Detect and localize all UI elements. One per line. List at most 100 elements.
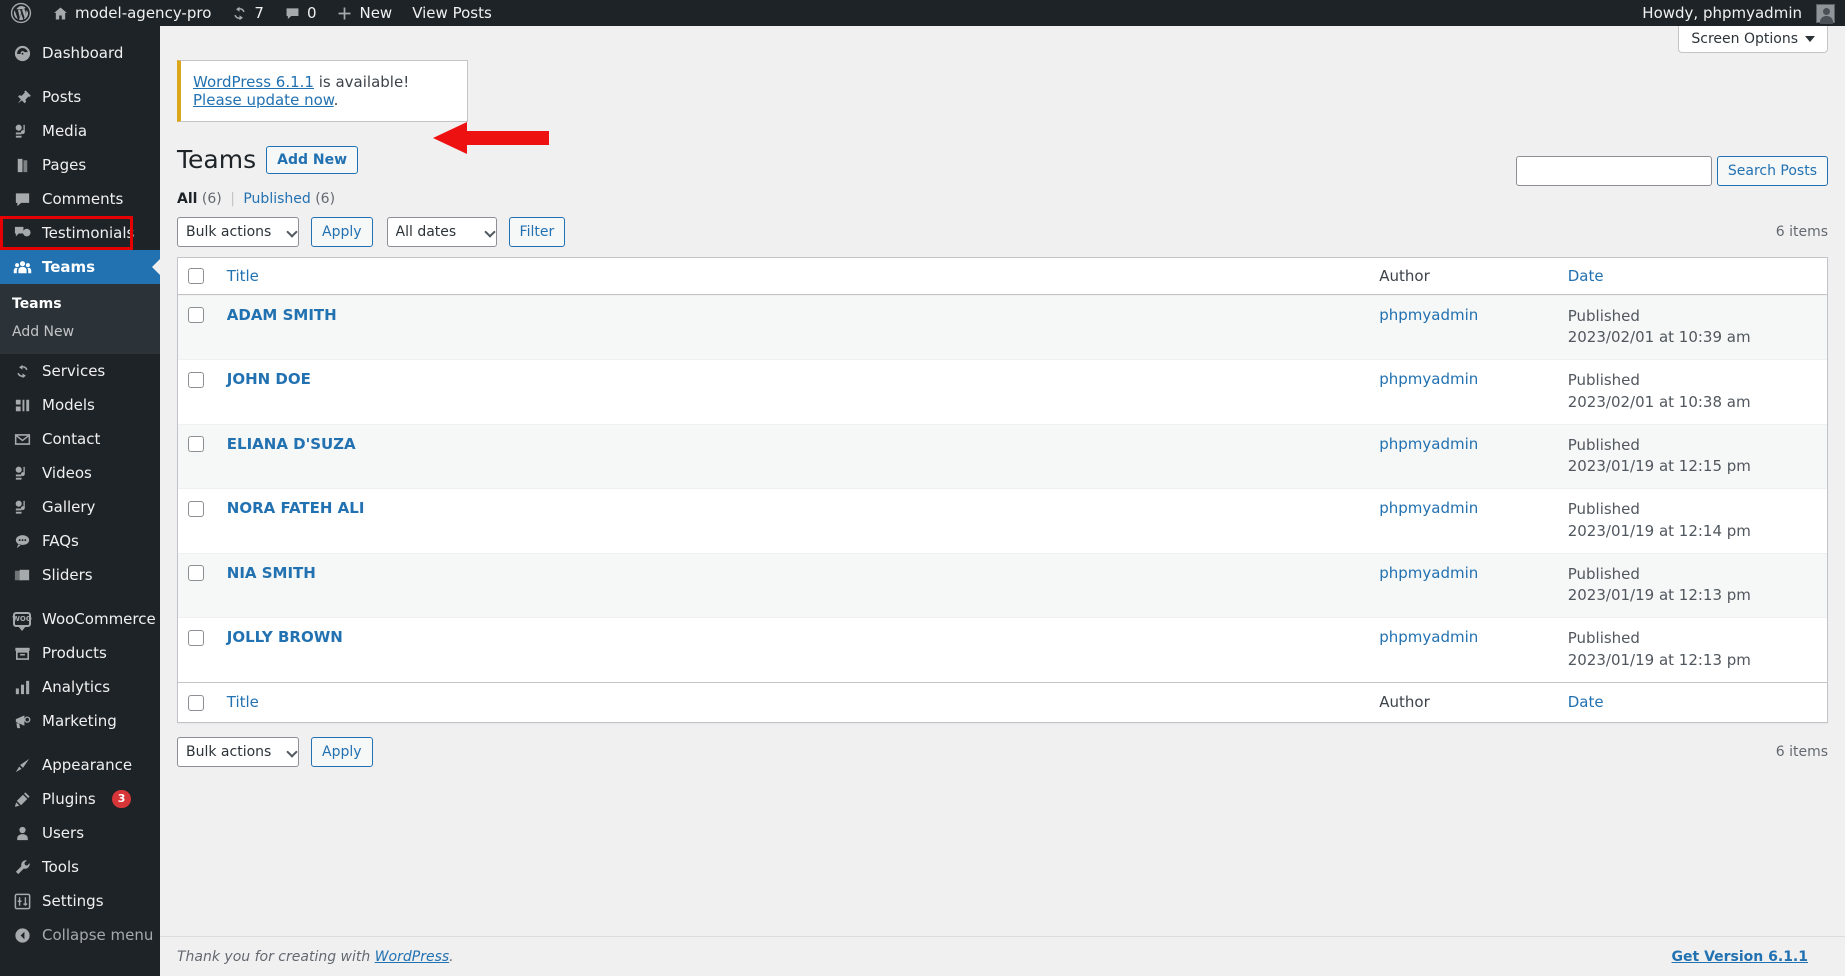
sidebar-item-marketing[interactable]: Marketing xyxy=(0,704,160,738)
column-footer-title[interactable]: Title xyxy=(216,681,1370,723)
models-icon xyxy=(12,395,32,415)
sidebar-item-faqs[interactable]: FAQs xyxy=(0,524,160,558)
sidebar-item-sliders[interactable]: Sliders xyxy=(0,558,160,592)
notice-version-link[interactable]: WordPress 6.1.1 xyxy=(193,73,314,91)
column-header-author-label: Author xyxy=(1379,266,1430,285)
column-header-title[interactable]: Title xyxy=(216,258,1370,295)
row-select-checkbox[interactable] xyxy=(188,500,204,517)
view-published-label[interactable]: Published xyxy=(243,191,310,207)
comments-menu[interactable]: 0 xyxy=(274,0,327,26)
column-footer-date-link[interactable]: Date xyxy=(1568,693,1604,711)
sidebar-item-posts[interactable]: Posts xyxy=(0,80,160,114)
teams-submenu: Teams Add New xyxy=(0,284,160,354)
row-date-cell: Published 2023/02/01 at 10:38 am xyxy=(1557,359,1827,424)
sidebar-item-woocommerce[interactable]: WOO WooCommerce xyxy=(0,602,160,636)
row-select-checkbox[interactable] xyxy=(188,629,204,646)
filter-button[interactable]: Filter xyxy=(508,216,566,247)
sidebar-item-gallery[interactable]: Gallery xyxy=(0,490,160,524)
row-select-checkbox[interactable] xyxy=(188,565,204,581)
sidebar-item-plugins[interactable]: Plugins 3 xyxy=(0,782,160,816)
sidebar-item-media[interactable]: Media xyxy=(0,114,160,148)
select-all-footer[interactable] xyxy=(178,681,217,723)
sidebar-item-tools[interactable]: Tools xyxy=(0,850,160,884)
row-author-link[interactable]: phpmyadmin xyxy=(1379,435,1478,453)
row-author-link[interactable]: phpmyadmin xyxy=(1379,628,1478,646)
row-title-link[interactable]: ELIANA D'SUZA xyxy=(227,435,356,453)
bulk-actions-select-wrap: Bulk actions xyxy=(177,216,305,247)
sidebar-item-analytics[interactable]: Analytics xyxy=(0,670,160,704)
sidebar-item-settings[interactable]: Settings xyxy=(0,884,160,918)
column-header-date[interactable]: Date xyxy=(1557,258,1827,295)
new-label: New xyxy=(359,4,393,22)
sidebar-item-teams[interactable]: Teams xyxy=(0,250,160,284)
sidebar-item-pages[interactable]: Pages xyxy=(0,148,160,182)
row-author-link[interactable]: phpmyadmin xyxy=(1379,306,1478,324)
wp-logo-menu[interactable] xyxy=(0,0,42,26)
notice-update-link[interactable]: Please update now xyxy=(193,91,334,109)
new-content-menu[interactable]: New xyxy=(326,0,402,26)
row-select-checkbox[interactable] xyxy=(188,436,204,452)
apply-button-bottom[interactable]: Apply xyxy=(311,737,373,768)
row-checkbox-cell[interactable] xyxy=(178,294,217,360)
column-footer-date[interactable]: Date xyxy=(1557,681,1827,723)
sidebar-item-testimonials[interactable]: Testimonials xyxy=(0,216,160,250)
screen-options-toggle[interactable]: Screen Options xyxy=(1678,26,1828,53)
add-new-button[interactable]: Add New xyxy=(266,146,359,175)
table-row: JOLLY BROWN phpmyadmin Published 2023/01/… xyxy=(178,617,1827,682)
sidebar-item-models[interactable]: Models xyxy=(0,388,160,422)
site-name-menu[interactable]: model-agency-pro xyxy=(42,0,221,26)
select-all-header[interactable] xyxy=(178,258,217,295)
get-version-link[interactable]: Get Version 6.1.1 xyxy=(1672,949,1808,965)
search-input[interactable] xyxy=(1515,156,1712,186)
my-account-menu[interactable]: Howdy, phpmyadmin xyxy=(1632,0,1845,26)
row-title-link[interactable]: JOLLY BROWN xyxy=(227,628,343,646)
table-body: ADAM SMITH phpmyadmin Published 2023/02/0… xyxy=(178,294,1827,682)
row-checkbox-cell[interactable] xyxy=(178,423,217,489)
sidebar-item-appearance[interactable]: Appearance xyxy=(0,748,160,782)
updates-menu[interactable]: 7 xyxy=(221,0,274,26)
comment-bubble-icon xyxy=(284,5,301,22)
select-all-checkbox-top[interactable] xyxy=(188,268,204,284)
column-footer-title-link[interactable]: Title xyxy=(227,693,259,711)
row-select-checkbox[interactable] xyxy=(188,371,204,388)
bulk-actions-select-bottom[interactable]: Bulk actions xyxy=(177,737,299,768)
collapse-menu-button[interactable]: Collapse menu xyxy=(0,918,160,952)
row-checkbox-cell[interactable] xyxy=(178,488,217,553)
row-title-link[interactable]: NORA FATEH ALI xyxy=(227,499,365,517)
row-title-link[interactable]: JOHN DOE xyxy=(227,370,311,388)
bulk-actions-select-top[interactable]: Bulk actions xyxy=(177,216,299,247)
row-checkbox-cell[interactable] xyxy=(178,617,217,682)
submenu-item-teams[interactable]: Teams xyxy=(0,290,160,318)
teams-list-table: Title Author Date ADAM SMITH phpmyadmin … xyxy=(177,256,1828,724)
sidebar-item-dashboard[interactable]: Dashboard xyxy=(0,36,160,70)
sidebar-label: Settings xyxy=(42,891,104,910)
row-title-link[interactable]: ADAM SMITH xyxy=(227,306,337,324)
view-posts-link[interactable]: View Posts xyxy=(402,0,502,26)
search-posts-button[interactable]: Search Posts xyxy=(1716,156,1828,186)
footer-wordpress-link[interactable]: WordPress xyxy=(375,949,449,965)
select-all-checkbox-bottom[interactable] xyxy=(188,694,204,711)
row-checkbox-cell[interactable] xyxy=(178,552,217,618)
sidebar-item-comments[interactable]: Comments xyxy=(0,182,160,216)
date-filter-select[interactable]: All dates xyxy=(386,216,497,247)
sidebar-item-services[interactable]: Services xyxy=(0,354,160,388)
sidebar-item-videos[interactable]: Videos xyxy=(0,456,160,490)
row-author-link[interactable]: phpmyadmin xyxy=(1379,370,1478,388)
row-select-checkbox[interactable] xyxy=(188,307,204,323)
sidebar-item-products[interactable]: Products xyxy=(0,636,160,670)
column-header-title-link[interactable]: Title xyxy=(227,267,259,285)
row-author-link[interactable]: phpmyadmin xyxy=(1379,499,1478,517)
sidebar-item-users[interactable]: Users xyxy=(0,816,160,850)
row-checkbox-cell[interactable] xyxy=(178,359,217,424)
column-header-date-link[interactable]: Date xyxy=(1568,267,1604,285)
row-title-link[interactable]: NIA SMITH xyxy=(227,564,316,582)
sidebar-item-contact[interactable]: Contact xyxy=(0,422,160,456)
view-all[interactable]: All (6) xyxy=(177,191,226,207)
column-footer-author-label: Author xyxy=(1379,693,1430,712)
view-published[interactable]: Published (6) xyxy=(239,191,335,207)
row-date: 2023/01/19 at 12:13 pm xyxy=(1567,586,1751,605)
apply-button-top[interactable]: Apply xyxy=(311,216,373,247)
row-author-link[interactable]: phpmyadmin xyxy=(1379,564,1478,582)
submenu-item-add-new[interactable]: Add New xyxy=(0,318,160,346)
updates-icon xyxy=(231,5,248,22)
